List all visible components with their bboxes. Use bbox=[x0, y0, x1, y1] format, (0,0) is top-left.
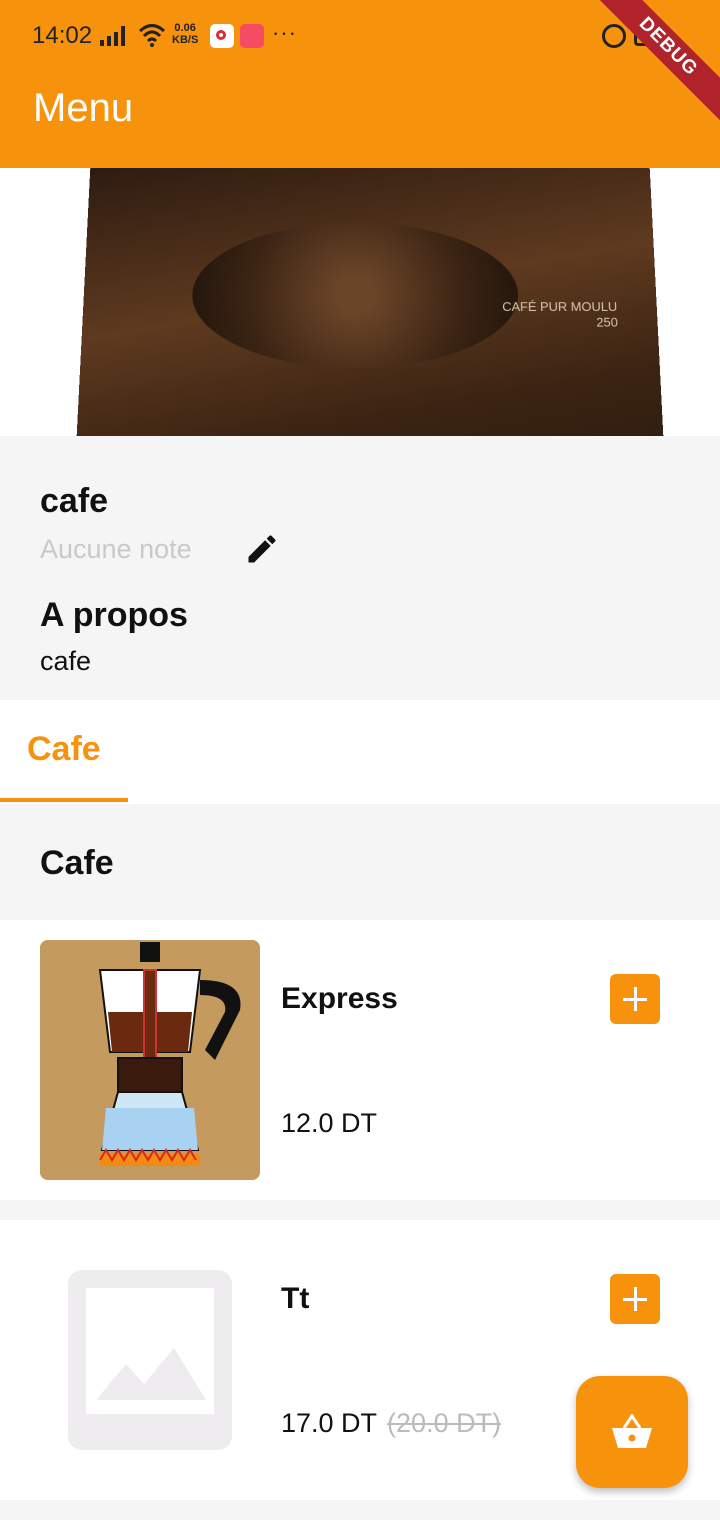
product-name: Tt bbox=[281, 1282, 310, 1315]
moka-pot-image bbox=[40, 940, 260, 1180]
edit-icon[interactable] bbox=[244, 531, 280, 567]
speed-value: 0.06 bbox=[174, 22, 196, 34]
add-to-cart-button[interactable] bbox=[610, 1274, 660, 1324]
coffee-bag-image: CAFÉ PUR MOULU 250 bbox=[68, 168, 672, 436]
package-label: CAFÉ PUR MOULU 250 bbox=[502, 299, 618, 330]
price-value: 12.0 DT bbox=[281, 1108, 378, 1138]
more-notifications-icon: ··· bbox=[272, 20, 297, 45]
restaurant-info: cafe Aucune note A propos cafe bbox=[0, 436, 720, 700]
basket-icon bbox=[612, 1413, 652, 1448]
network-speed: 0.06 KB/S bbox=[172, 22, 198, 46]
signal-icon bbox=[100, 26, 125, 46]
add-to-cart-button[interactable] bbox=[610, 974, 660, 1024]
cart-button[interactable] bbox=[576, 1376, 688, 1488]
tab-indicator bbox=[0, 798, 128, 802]
alarm-icon bbox=[602, 24, 626, 48]
about-text: cafe bbox=[40, 646, 92, 676]
product-price: 12.0 DT bbox=[281, 1108, 377, 1139]
section-title: Cafe bbox=[40, 844, 114, 882]
speed-unit: KB/S bbox=[172, 34, 199, 46]
package-weight: 250 bbox=[596, 314, 619, 330]
about-heading: A propos bbox=[40, 596, 188, 634]
product-price: 17.0 DT (20.0 DT) bbox=[281, 1408, 501, 1439]
package-text: CAFÉ PUR MOULU bbox=[502, 299, 618, 314]
old-price: (20.0 DT) bbox=[387, 1408, 502, 1438]
rating-note: Aucune note bbox=[40, 534, 192, 564]
tab-cafe[interactable]: Cafe bbox=[0, 700, 128, 804]
wifi-icon bbox=[138, 24, 166, 47]
notification-app-icon bbox=[210, 24, 234, 48]
shopping-app-icon bbox=[240, 24, 264, 48]
placeholder-frame bbox=[86, 1288, 214, 1414]
card-divider bbox=[0, 1200, 720, 1220]
page-title: Menu bbox=[33, 86, 134, 130]
product-card[interactable]: Express 12.0 DT bbox=[0, 920, 720, 1200]
coffee-beans bbox=[190, 222, 520, 369]
tab-label: Cafe bbox=[27, 730, 101, 768]
section-header: Cafe bbox=[0, 804, 720, 920]
hero-carousel[interactable]: CAFÉ PUR MOULU 250 bbox=[0, 168, 720, 436]
card-divider bbox=[0, 1500, 720, 1520]
price-value: 17.0 DT bbox=[281, 1408, 378, 1438]
status-time: 14:02 bbox=[32, 22, 93, 49]
placeholder-image-icon bbox=[68, 1270, 232, 1450]
category-tabs: Cafe bbox=[0, 700, 720, 804]
app-bar: 14:02 0.06 KB/S ··· DEBUG Menu bbox=[0, 0, 720, 168]
product-name: Express bbox=[281, 982, 398, 1015]
restaurant-name: cafe bbox=[40, 482, 109, 520]
